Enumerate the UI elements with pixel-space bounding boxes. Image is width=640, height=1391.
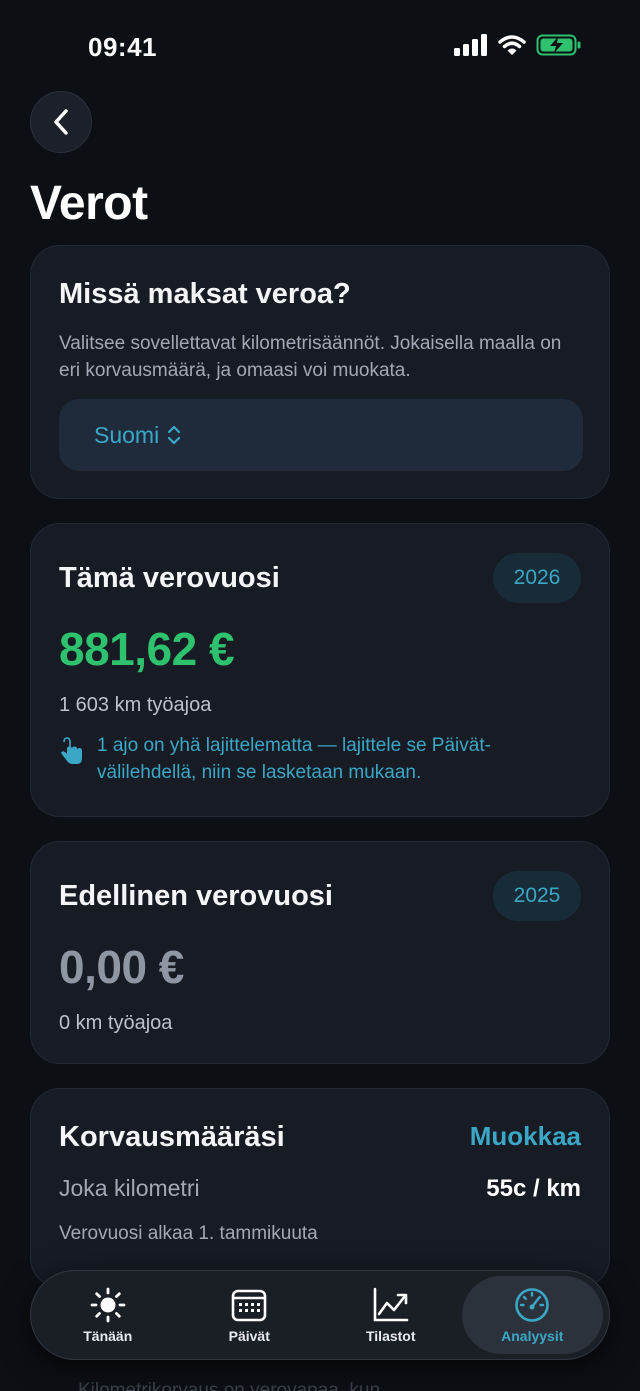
tab-tilastot-label: Tilastot bbox=[365, 1328, 416, 1344]
current-year-km: 1 603 km työajoa bbox=[59, 694, 212, 716]
unsorted-trip-notice-text: 1 ajo on yhä lajittelematta — lajittele … bbox=[97, 735, 491, 783]
chevron-up-down-icon bbox=[168, 425, 181, 445]
previous-year-badge: 2025 bbox=[493, 871, 581, 921]
country-card-title: Missä maksat veroa? bbox=[59, 278, 351, 310]
tab-analyysit[interactable]: Analyysit bbox=[461, 1276, 603, 1354]
rate-label: Joka kilometri bbox=[59, 1175, 200, 1201]
page-title: Verot bbox=[30, 177, 148, 230]
current-year-amount: 881,62 € bbox=[59, 623, 235, 675]
chevron-left-icon bbox=[54, 109, 68, 135]
tab-paivat[interactable]: Päivät bbox=[179, 1276, 321, 1354]
country-select-value: Suomi bbox=[94, 421, 160, 448]
tab-bar: Tänään Päivät Tilastot Analyysit bbox=[30, 1270, 610, 1360]
rate-card: Korvausmääräsi Muokkaa Joka kilometri 55… bbox=[30, 1088, 610, 1288]
calendar-icon bbox=[231, 1289, 267, 1322]
status-time: 09:41 bbox=[88, 32, 157, 62]
tab-tilastot[interactable]: Tilastot bbox=[320, 1276, 462, 1354]
rate-value: 55c / km bbox=[486, 1175, 581, 1202]
back-button[interactable] bbox=[30, 91, 92, 153]
previous-year-amount: 0,00 € bbox=[59, 941, 184, 993]
country-card: Missä maksat veroa? Valitsee sovellettav… bbox=[30, 245, 610, 499]
wifi-icon bbox=[498, 35, 526, 55]
previous-tax-year-card: Edellinen verovuosi 2025 0,00 € 0 km työ… bbox=[30, 841, 610, 1064]
tab-analyysit-label: Analyysit bbox=[501, 1328, 564, 1344]
edit-rate-button[interactable]: Muokkaa bbox=[470, 1121, 581, 1152]
status-bar: 09:41 bbox=[0, 0, 640, 90]
previous-year-km: 0 km työajoa bbox=[59, 1012, 173, 1034]
tab-paivat-label: Päivät bbox=[228, 1328, 270, 1344]
rate-card-title: Korvausmääräsi bbox=[59, 1121, 285, 1153]
current-tax-year-card: Tämä verovuosi 2026 881,62 € 1 603 km ty… bbox=[30, 523, 610, 817]
battery-charging-icon bbox=[536, 34, 581, 56]
tab-tanaan-label: Tänään bbox=[83, 1328, 133, 1344]
current-year-badge: 2026 bbox=[493, 553, 581, 603]
sun-icon bbox=[90, 1287, 126, 1323]
current-tax-year-title: Tämä verovuosi bbox=[59, 562, 280, 594]
speedometer-icon bbox=[515, 1288, 550, 1322]
obscured-info-text: Kilometrikorvaus on verovapaa, kun... bbox=[78, 1380, 396, 1391]
unsorted-trip-notice[interactable]: 1 ajo on yhä lajittelematta — lajittele … bbox=[59, 732, 579, 786]
status-icons bbox=[454, 34, 582, 56]
signal-icon bbox=[454, 34, 487, 56]
tab-tanaan[interactable]: Tänään bbox=[37, 1276, 179, 1354]
country-select[interactable]: Suomi bbox=[59, 399, 583, 471]
previous-tax-year-title: Edellinen verovuosi bbox=[59, 880, 333, 912]
country-card-description: Valitsee sovellettavat kilometrisäännöt.… bbox=[59, 333, 562, 381]
hand-tap-icon bbox=[61, 737, 82, 764]
chart-icon bbox=[373, 1287, 409, 1322]
tax-year-start: Verovuosi alkaa 1. tammikuuta bbox=[59, 1223, 318, 1244]
